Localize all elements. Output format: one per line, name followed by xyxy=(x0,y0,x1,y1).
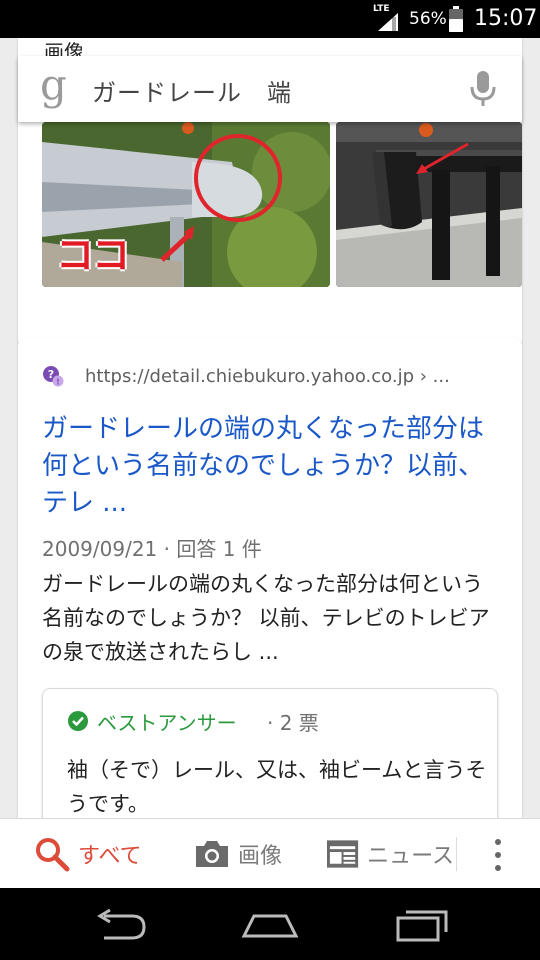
tab-images-label: 画像 xyxy=(238,844,283,869)
search-input[interactable]: ガードレール 端 xyxy=(92,73,292,108)
status-bar: LTE 56% 15:07 xyxy=(0,0,540,38)
results-scroll[interactable]: 画像 ココ ? ! https://detail.chiebukuro.yaho… xyxy=(0,38,540,818)
tab-divider xyxy=(456,837,457,871)
clock: 15:07 xyxy=(474,6,538,31)
search-bar[interactable]: g ガードレール 端 xyxy=(18,56,522,122)
recent-apps-icon[interactable] xyxy=(394,908,450,942)
google-g-icon[interactable]: g xyxy=(40,64,67,106)
best-answer-label: ベストアンサー xyxy=(97,711,237,735)
system-nav-bar xyxy=(0,888,540,960)
signal-icon xyxy=(378,13,398,31)
tab-images[interactable]: 画像 xyxy=(194,819,282,889)
result-meta: 2009/09/21 · 回答 1 件 xyxy=(42,537,262,561)
best-answer-text: 袖（そで）レール、又は、袖ビームと言うそうです。 xyxy=(67,758,487,816)
best-answer-box[interactable]: ベストアンサー · 2 票 袖（そで）レール、又は、袖ビームと言うそうです。 xyxy=(42,688,498,818)
search-result-card: ? ! https://detail.chiebukuro.yahoo.co.j… xyxy=(18,338,522,818)
tab-all[interactable]: すべて xyxy=(34,819,142,889)
vote-count: · 2 票 xyxy=(267,711,319,735)
battery-icon xyxy=(449,6,463,32)
result-url[interactable]: https://detail.chiebukuro.yahoo.co.jp › … xyxy=(85,366,450,387)
camera-icon xyxy=(196,841,228,867)
tab-news[interactable]: ニュース xyxy=(326,819,454,889)
result-title-link[interactable]: ガードレールの端の丸くなった部分は何という名前なのでしょうか？以前、テレ ... xyxy=(42,411,498,522)
more-options-icon[interactable] xyxy=(486,839,510,871)
mic-icon[interactable] xyxy=(470,71,496,107)
svg-text:!: ! xyxy=(56,378,60,387)
result-snippet: ガードレールの端の丸くなった部分は何という名前なのでしょうか？ 以前、テレビのト… xyxy=(42,572,490,664)
tab-all-label: すべて xyxy=(78,844,142,869)
guardrail-photo xyxy=(336,122,522,287)
news-icon xyxy=(326,840,359,868)
tab-news-label: ニュース xyxy=(367,844,454,869)
back-icon[interactable] xyxy=(90,908,150,942)
chiebukuro-favicon-icon: ? ! xyxy=(43,366,64,387)
battery-percent: 56% xyxy=(409,9,447,29)
image-overlay-text: ココ xyxy=(56,233,130,277)
search-tabs: すべて 画像 ニュース xyxy=(0,818,540,888)
check-circle-icon xyxy=(68,711,88,731)
image-result-1[interactable]: ココ xyxy=(42,122,330,287)
search-icon xyxy=(36,838,70,872)
image-result-2[interactable] xyxy=(336,122,522,287)
home-icon[interactable] xyxy=(240,908,300,942)
